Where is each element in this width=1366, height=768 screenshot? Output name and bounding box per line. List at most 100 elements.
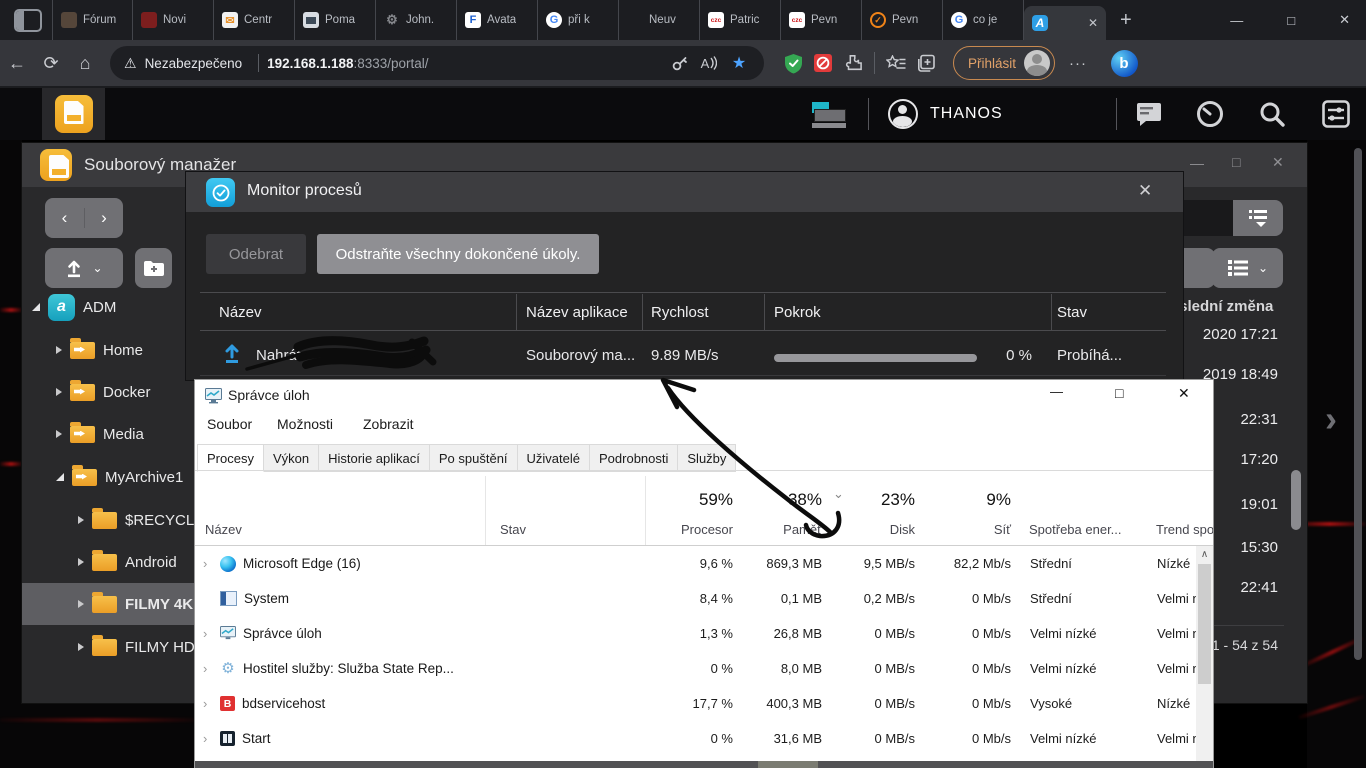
collapsed-icon[interactable] [78, 643, 84, 651]
collections-icon[interactable] [911, 54, 941, 73]
system-monitor-icon[interactable] [1196, 100, 1224, 128]
expand-icon[interactable]: › [203, 696, 213, 711]
expanded-icon[interactable] [56, 473, 64, 481]
url-path[interactable]: :8333/portal/ [353, 56, 428, 71]
carousel-next-icon[interactable]: › [1325, 398, 1337, 440]
file-list-scrollbar[interactable] [1291, 470, 1301, 530]
password-key-icon[interactable] [664, 55, 694, 72]
tm-maximize-button[interactable]: □ [1115, 385, 1123, 401]
process-row[interactable]: ›Správce úloh 1,3 % 26,8 MB 0 MB/s 0 Mb/… [195, 616, 1196, 651]
col-progress[interactable]: Pokrok [774, 304, 821, 321]
browser-tab[interactable]: czcPatric [700, 0, 781, 40]
adblock-extension-icon[interactable] [808, 54, 838, 72]
col-status[interactable]: Stav [1057, 304, 1087, 321]
clear-completed-button[interactable]: Odstraňte všechny dokončené úkoly. [317, 234, 599, 274]
process-row[interactable]: ›Microsoft Edge (16) 9,6 % 869,3 MB 9,5 … [195, 546, 1196, 581]
col-app[interactable]: Název aplikace [526, 304, 628, 321]
close-button[interactable]: ✕ [1272, 154, 1284, 171]
search-options-button[interactable] [1233, 200, 1283, 236]
mem-total[interactable]: 38% [742, 490, 822, 510]
new-folder-button[interactable] [135, 248, 172, 288]
collapsed-icon[interactable] [56, 388, 62, 396]
signin-button[interactable]: Přihlásit [953, 46, 1055, 80]
remove-button[interactable]: Odebrat [206, 234, 306, 274]
menu-soubor[interactable]: Soubor [207, 416, 252, 432]
insecure-warning-icon[interactable]: ⚠ [124, 55, 137, 72]
url-host[interactable]: 192.168.1.188 [267, 56, 353, 71]
browser-tab[interactable]: ✉Centr [214, 0, 295, 40]
extensions-puzzle-icon[interactable] [838, 54, 868, 73]
shield-extension-icon[interactable] [778, 53, 808, 74]
tab-uzivatele[interactable]: Uživatelé [518, 444, 590, 472]
browser-tab[interactable]: ✓Pevn [862, 0, 943, 40]
menu-zobrazit[interactable]: Zobrazit [363, 416, 414, 432]
scroll-up-icon[interactable]: ∧ [1196, 546, 1213, 560]
col-disk[interactable]: Disk [831, 522, 915, 537]
col-speed[interactable]: Rychlost [651, 304, 709, 321]
browser-tab[interactable]: Novi [133, 0, 214, 40]
window-minimize[interactable]: — [1230, 13, 1243, 28]
window-close[interactable]: ✕ [1339, 12, 1350, 28]
browser-tab[interactable]: Neuv [619, 0, 700, 40]
tab-po-spusteni[interactable]: Po spuštění [430, 444, 518, 472]
collapsed-icon[interactable] [78, 558, 84, 566]
tab-historie[interactable]: Historie aplikací [319, 444, 430, 472]
preferences-icon[interactable] [1322, 100, 1350, 128]
page-scrollbar[interactable] [1354, 148, 1362, 660]
expanded-icon[interactable] [32, 303, 40, 311]
col-stav[interactable]: Stav [500, 522, 526, 537]
tm-minimize-button[interactable]: — [1050, 384, 1063, 399]
expand-icon[interactable]: › [203, 731, 213, 746]
address-bar[interactable]: ⚠ Nezabezpečeno 192.168.1.188 :8333/port… [110, 46, 764, 80]
col-sit[interactable]: Síť [924, 522, 1011, 537]
expand-icon[interactable]: › [203, 556, 213, 571]
upload-button[interactable]: ⌄ [45, 248, 123, 288]
bookmark-star-icon[interactable]: ★ [724, 53, 754, 73]
dialog-titlebar[interactable]: Monitor procesů ✕ [186, 172, 1183, 212]
process-row[interactable]: System 8,4 % 0,1 MB 0,2 MB/s 0 Mb/s Stře… [195, 581, 1196, 616]
browser-tab[interactable]: FAvata [457, 0, 538, 40]
favorites-list-icon[interactable] [881, 55, 911, 72]
user-avatar[interactable] [888, 99, 918, 129]
tab-vykon[interactable]: Výkon [264, 444, 319, 472]
collapsed-icon[interactable] [56, 430, 62, 438]
back-button[interactable]: ← [0, 53, 34, 74]
col-name[interactable]: Název [219, 304, 262, 321]
browser-tab[interactable]: Fórum [52, 0, 133, 40]
browser-tab[interactable]: Gco je [943, 0, 1024, 40]
search-icon[interactable] [1258, 100, 1286, 128]
col-nazev[interactable]: Název [205, 522, 242, 537]
window-maximize[interactable]: □ [1287, 13, 1295, 28]
col-procesor[interactable]: Procesor [645, 522, 733, 537]
cpu-total[interactable]: 59% [645, 490, 733, 510]
back-icon[interactable]: ‹ [45, 208, 85, 228]
taskbar-file-manager-tile[interactable] [42, 88, 105, 140]
browser-tab[interactable]: Gpři k [538, 0, 619, 40]
tab-close-icon[interactable]: ✕ [1088, 16, 1098, 30]
expand-icon[interactable]: › [203, 661, 213, 676]
reload-button[interactable]: ⟳ [34, 53, 68, 74]
dialog-close-button[interactable]: ✕ [1138, 181, 1152, 201]
layout-switcher-icon[interactable] [812, 101, 848, 128]
tree-item-adm[interactable]: a ADM [22, 286, 205, 328]
process-row[interactable]: ›Start 0 % 31,6 MB 0 MB/s 0 Mb/s Velmi n… [195, 721, 1196, 756]
scroll-thumb[interactable] [1198, 564, 1211, 684]
process-row[interactable]: ›⚙Hostitel služby: Služba State Rep... 0… [195, 651, 1196, 686]
back-forward-buttons[interactable]: ‹ › [45, 198, 123, 238]
collapsed-icon[interactable] [78, 600, 84, 608]
net-total[interactable]: 9% [924, 490, 1011, 510]
browser-tab[interactable]: ⚙John. [376, 0, 457, 40]
browser-tab[interactable]: Poma [295, 0, 376, 40]
home-button[interactable]: ⌂ [68, 53, 102, 74]
col-pamet[interactable]: Paměť [742, 522, 822, 537]
read-aloud-icon[interactable]: A [694, 56, 724, 71]
view-mode-button[interactable]: ⌄ [1212, 248, 1283, 288]
col-spotreba[interactable]: Spotřeba ener... [1020, 522, 1149, 537]
username[interactable]: THANOS [930, 105, 1003, 123]
expand-icon[interactable]: › [203, 626, 213, 641]
bing-chat-icon[interactable]: b [1109, 50, 1139, 77]
minimize-button[interactable]: — [1190, 155, 1204, 171]
collapsed-icon[interactable] [56, 346, 62, 354]
col-trend[interactable]: Trend spotř [1147, 522, 1213, 537]
active-tab-asustor[interactable]: A ✕ [1024, 6, 1106, 40]
